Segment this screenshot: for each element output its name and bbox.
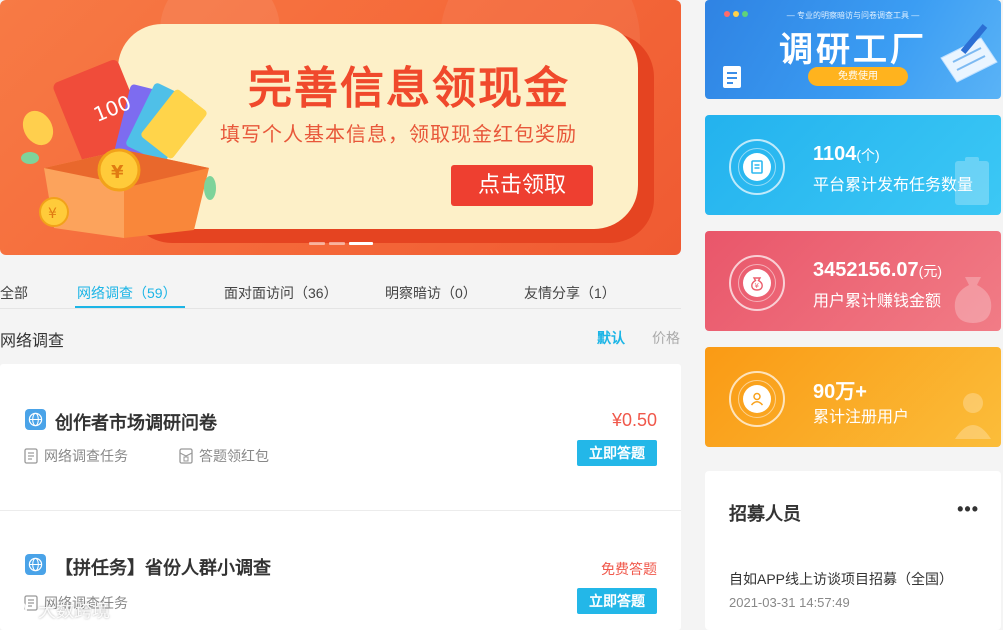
tab-online-survey-label: 网络调查（59） — [77, 285, 177, 301]
clipboard-icon — [743, 153, 771, 181]
task-price: 免费答题 — [601, 561, 657, 577]
stat-value: 3452156.07(元) — [813, 259, 942, 282]
tab-share[interactable]: 友情分享（1） — [524, 283, 616, 303]
task-title[interactable]: 【拼任务】省份人群小调查 — [55, 554, 271, 580]
stat-number: 3452156.07 — [813, 259, 919, 281]
tab-face-to-face[interactable]: 面对面访问（36） — [224, 283, 338, 303]
user-watermark-icon — [955, 393, 991, 439]
headline-part2: 领现金 — [432, 63, 570, 114]
stat-unit: (个) — [856, 147, 880, 163]
carousel-indicators — [309, 242, 373, 245]
promo-title: 调研工厂 — [779, 30, 927, 70]
active-tab-underline — [75, 306, 185, 308]
carousel-dot[interactable] — [309, 242, 325, 245]
stat-label: 平台累计发布任务数量 — [813, 177, 974, 194]
money-bag-watermark-icon — [954, 277, 992, 323]
globe-icon — [25, 409, 46, 430]
svg-text:¥: ¥ — [755, 282, 760, 290]
recruitment-panel: 招募人员 ••• 自如APP线上访谈项目招募（全国） 2021-03-31 14… — [705, 471, 1001, 630]
globe-icon — [25, 554, 46, 575]
stat-label: 累计注册用户 — [813, 409, 910, 426]
task-type: 网络调查任务 — [24, 446, 128, 466]
sort-price[interactable]: 价格 — [652, 328, 680, 348]
document-icon — [24, 448, 38, 464]
svg-text:¥: ¥ — [48, 206, 57, 222]
carousel-dot[interactable] — [329, 242, 345, 245]
stat-number: 1104 — [813, 143, 857, 165]
headline-part1: 完善信息 — [248, 63, 432, 114]
recruitment-title: 招募人员 — [729, 504, 801, 524]
task-type-label: 网络调查任务 — [44, 448, 128, 464]
gift-box-illustration: 100 ¥ ¥ — [21, 59, 216, 238]
category-tabs: 全部 网络调查（59） 面对面访问（36） 明察暗访（0） 友情分享（1） — [0, 280, 681, 309]
task-reward-label: 答题领红包 — [199, 448, 269, 464]
document-icon — [723, 66, 741, 88]
stat-unit: (元) — [918, 263, 942, 279]
pen-paper-icon — [940, 24, 998, 83]
tab-mystery-visit[interactable]: 明察暗访（0） — [385, 283, 477, 303]
banner-subtitle: 填写个人基本信息，领取现金红包奖励 — [220, 122, 577, 146]
svg-text:¥: ¥ — [111, 162, 124, 183]
answer-now-button[interactable]: 立即答题 — [577, 588, 657, 614]
stat-value: 90万+ — [813, 375, 867, 404]
recruitment-item-time: 2021-03-31 14:57:49 — [729, 595, 850, 610]
tab-all[interactable]: 全部 — [0, 283, 28, 303]
research-factory-promo[interactable]: — 专业的明察暗访与问卷调查工具 — 调研工厂 免费使用 — [705, 0, 1001, 99]
money-bag-icon: ¥ — [743, 269, 771, 297]
clipboard-watermark-icon — [955, 157, 989, 205]
task-list: 创作者市场调研问卷 网络调查任务 答题领红包 ¥0.50 立即答题 【拼任务】省… — [0, 364, 681, 630]
stat-value: 1104(个) — [813, 143, 880, 166]
carousel-dot-active[interactable] — [349, 242, 373, 245]
hero-banner[interactable]: 100 ¥ ¥ 完善信息领现金 填写个人基本信息，领取现金红包奖励 点击领取 — [0, 0, 681, 255]
stat-card-users: 90万+ 累计注册用户 — [705, 347, 1001, 447]
more-options-icon[interactable]: ••• — [957, 499, 979, 520]
stat-label: 用户累计赚钱金额 — [813, 293, 942, 310]
answer-now-button[interactable]: 立即答题 — [577, 440, 657, 466]
watermark: 大数跨境 — [6, 597, 110, 623]
free-use-button[interactable]: 免费使用 — [808, 67, 908, 86]
stat-card-tasks: 1104(个) 平台累计发布任务数量 — [705, 115, 1001, 215]
stat-number: 90万+ — [813, 381, 867, 403]
watermark-text: 大数跨境 — [38, 601, 110, 621]
claim-button[interactable]: 点击领取 — [451, 165, 593, 206]
tab-online-survey[interactable]: 网络调查（59） — [75, 283, 185, 308]
user-icon — [743, 385, 771, 413]
recruitment-item-title[interactable]: 自如APP线上访谈项目招募（全国） — [729, 569, 953, 589]
task-row[interactable]: 创作者市场调研问卷 网络调查任务 答题领红包 ¥0.50 立即答题 — [0, 364, 681, 511]
stat-card-earnings: ¥ 3452156.07(元) 用户累计赚钱金额 — [705, 231, 1001, 331]
task-price: ¥0.50 — [611, 410, 657, 430]
sort-default[interactable]: 默认 — [597, 328, 625, 348]
watermark-logo-icon — [7, 600, 27, 620]
section-title: 网络调查 — [0, 333, 65, 350]
task-title[interactable]: 创作者市场调研问卷 — [55, 409, 217, 435]
task-reward-type: 答题领红包 — [179, 446, 269, 466]
banner-headline: 完善信息领现金 — [248, 52, 570, 116]
red-envelope-icon — [179, 448, 193, 464]
